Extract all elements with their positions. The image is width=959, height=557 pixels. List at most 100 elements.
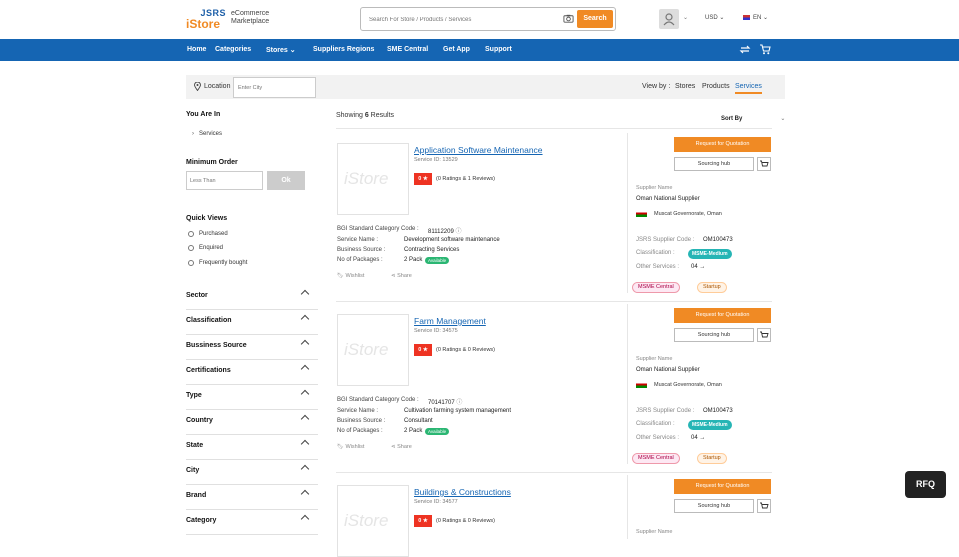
available-badge: Available: [425, 428, 450, 435]
filter-state[interactable]: State: [186, 435, 318, 460]
nav-get-app[interactable]: Get App: [443, 46, 470, 53]
request-quotation-button[interactable]: Request for Quotation: [674, 137, 771, 152]
filter-classification[interactable]: Classification: [186, 310, 318, 335]
user-icon: [663, 13, 675, 26]
wishlist-button[interactable]: 🔖︎ Wishlist: [337, 444, 364, 450]
camera-icon[interactable]: [563, 13, 574, 24]
nav-support[interactable]: Support: [485, 46, 512, 53]
supplier-code: OM100473: [703, 237, 733, 243]
search-input[interactable]: [369, 13, 559, 26]
add-to-cart-button[interactable]: [757, 328, 771, 342]
cart-icon: [760, 160, 769, 167]
request-quotation-button[interactable]: Request for Quotation: [674, 479, 771, 494]
supplier-name[interactable]: Oman National Supplier: [636, 196, 700, 202]
filter-country[interactable]: Country: [186, 410, 318, 435]
image-placeholder-logo: iStore: [344, 169, 389, 188]
nav-categories[interactable]: Categories: [215, 46, 251, 53]
sourcing-hub-button[interactable]: Sourcing hub: [674, 499, 754, 513]
service-image[interactable]: iStore: [337, 143, 409, 215]
startup-label: Startup: [703, 455, 721, 461]
min-order-input[interactable]: [186, 171, 263, 190]
sourcing-hub-button[interactable]: Sourcing hub: [674, 157, 754, 171]
city-input[interactable]: [233, 77, 316, 98]
compare-icon[interactable]: [739, 44, 751, 55]
msme-central-pill[interactable]: MSME Central: [632, 453, 680, 464]
msme-central-label: MSME Central: [638, 455, 674, 461]
filter-type[interactable]: Type: [186, 385, 318, 410]
rfq-floating-button[interactable]: RFQ: [905, 471, 946, 498]
filter-certifications[interactable]: Certifications: [186, 360, 318, 385]
radio-enquired[interactable]: [188, 245, 194, 251]
chevron-up-icon: [300, 364, 310, 374]
view-by-services[interactable]: Services: [735, 83, 762, 94]
available-badge: Available: [425, 257, 450, 264]
radio-frequently-bought[interactable]: [188, 260, 194, 266]
service-name-value: Development software maintenance: [404, 237, 500, 243]
location-bar: Location View by : Stores Products Servi…: [186, 75, 785, 99]
nav-stores[interactable]: Stores ⌄: [266, 46, 296, 54]
sort-by-dropdown[interactable]: Sort By ⌄: [721, 115, 785, 122]
filter-sector[interactable]: Sector: [186, 285, 318, 310]
filter-brand[interactable]: Brand: [186, 485, 318, 510]
search-bar: Search: [360, 7, 616, 31]
service-card: iStore Application Software Maintenance …: [336, 131, 772, 302]
startup-pill[interactable]: Startup: [697, 282, 727, 293]
nav-sme-central[interactable]: SME Central: [387, 46, 428, 53]
share-label: Share: [397, 444, 412, 450]
other-services-label: Other Services :: [636, 264, 680, 270]
add-to-cart-button[interactable]: [757, 499, 771, 513]
request-quotation-button[interactable]: Request for Quotation: [674, 308, 771, 323]
info-icon[interactable]: ⓘ: [455, 229, 461, 235]
view-by-stores[interactable]: Stores: [675, 83, 695, 90]
chevron-down-icon[interactable]: ⌄: [683, 14, 688, 21]
main-navigation: Home Categories Stores ⌄ Suppliers Regio…: [0, 39, 959, 61]
other-services-link[interactable]: 04 →: [691, 264, 705, 270]
currency-selector[interactable]: USD ⌄: [705, 14, 724, 21]
service-title-link[interactable]: Buildings & Constructions: [414, 487, 511, 497]
ratings-text[interactable]: (0 Ratings & 0 Reviews): [436, 518, 495, 524]
ratings-text[interactable]: (0 Ratings & 0 Reviews): [436, 347, 495, 353]
jsrs-istore-logo[interactable]: JSRS iStore: [186, 8, 226, 32]
service-name-value: Cultivation farming system management: [404, 408, 512, 414]
nav-suppliers-regions[interactable]: Suppliers Regions: [313, 46, 374, 53]
service-image[interactable]: iStore: [337, 314, 409, 386]
other-services-link[interactable]: 04 →: [691, 435, 705, 441]
service-image[interactable]: iStore: [337, 485, 409, 557]
sourcing-hub-button[interactable]: Sourcing hub: [674, 328, 754, 342]
startup-pill[interactable]: Startup: [697, 453, 727, 464]
filter-category[interactable]: Category: [186, 510, 318, 535]
rating-badge: 0 ★: [414, 173, 432, 185]
breadcrumb-services[interactable]: Services: [199, 131, 222, 137]
supplier-name-label: Supplier Name: [636, 529, 673, 535]
user-avatar-button[interactable]: [659, 9, 679, 29]
wishlist-button[interactable]: 🔖︎ Wishlist: [337, 273, 364, 279]
share-button[interactable]: ⋖ Share: [391, 444, 412, 450]
supplier-name[interactable]: Oman National Supplier: [636, 367, 700, 373]
msme-central-label: MSME Central: [638, 284, 674, 290]
search-button[interactable]: Search: [577, 10, 613, 28]
service-title-link[interactable]: Farm Management: [414, 316, 486, 326]
bgi-code: 70141707 ⓘ: [428, 397, 462, 406]
msme-central-pill[interactable]: MSME Central: [632, 282, 680, 293]
nav-home[interactable]: Home: [187, 46, 206, 53]
cart-icon[interactable]: [759, 44, 771, 55]
bgi-code: 81112209 ⓘ: [428, 226, 462, 235]
view-by-products[interactable]: Products: [702, 83, 730, 90]
service-title-link[interactable]: Application Software Maintenance: [414, 145, 543, 155]
info-icon[interactable]: ⓘ: [456, 400, 462, 406]
oman-flag-icon: [636, 210, 647, 217]
filter-city[interactable]: City: [186, 460, 318, 485]
min-order-ok-button[interactable]: Ok: [267, 171, 305, 190]
image-placeholder-logo: iStore: [344, 511, 389, 530]
radio-purchased[interactable]: [188, 231, 194, 237]
business-source-value: Contracting Services: [404, 247, 460, 253]
classification-label: Classification :: [636, 250, 675, 256]
chevron-up-icon: [300, 439, 310, 449]
filter-label: Brand: [186, 492, 207, 499]
language-selector[interactable]: EN ⌄: [743, 14, 768, 21]
share-button[interactable]: ⋖ Share: [391, 273, 412, 279]
ratings-text[interactable]: (0 Ratings & 1 Reviews): [436, 176, 495, 182]
filter-business-source[interactable]: Bussiness Source: [186, 335, 318, 360]
add-to-cart-button[interactable]: [757, 157, 771, 171]
rating-badge: 0 ★: [414, 344, 432, 356]
